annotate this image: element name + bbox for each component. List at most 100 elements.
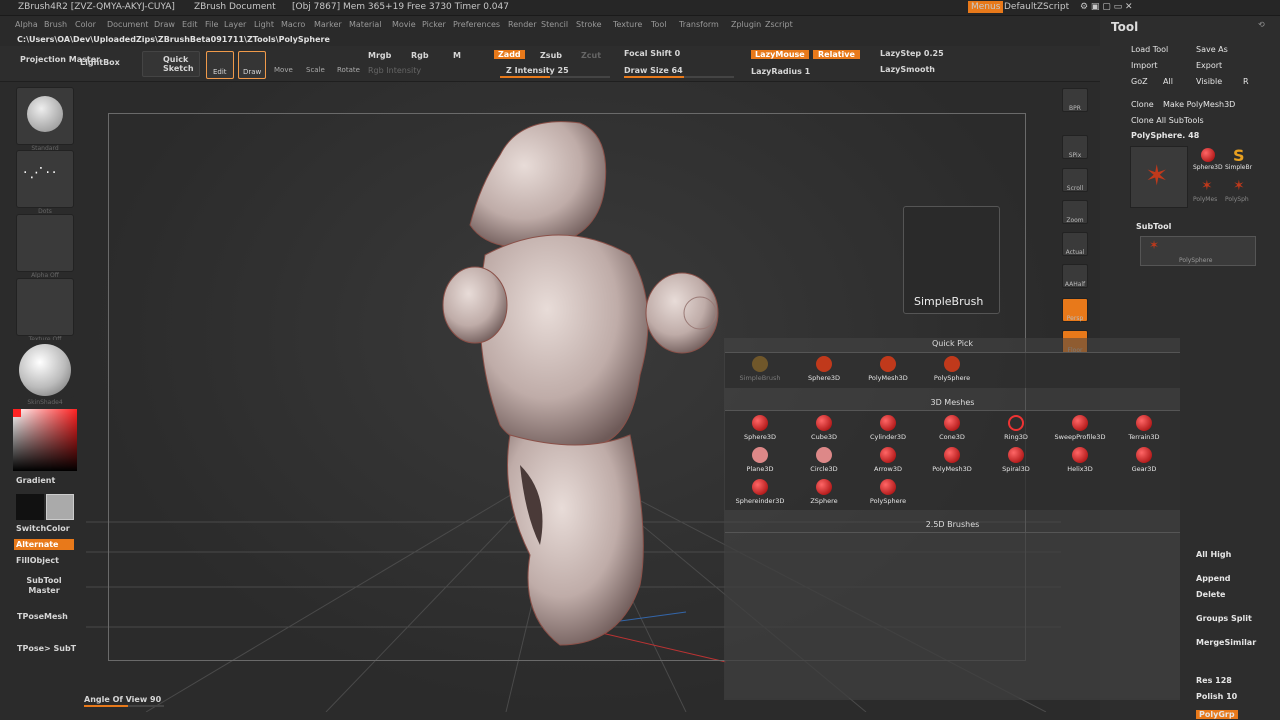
switchcolor-button[interactable]: SwitchColor — [16, 524, 70, 533]
clone-all-subtools-button[interactable]: Clone All SubTools — [1131, 116, 1204, 125]
mesh-polymesh3d[interactable]: PolyMesh3D — [921, 445, 983, 475]
lazymouse-button[interactable]: LazyMouse — [751, 50, 809, 59]
menu-stroke[interactable]: Stroke — [576, 20, 602, 29]
shelf-persp-button[interactable]: Persp — [1062, 298, 1088, 322]
move-button[interactable]: Move — [274, 66, 293, 74]
color-picker[interactable] — [13, 409, 77, 471]
goz-all-button[interactable]: All — [1163, 77, 1173, 86]
m-button[interactable]: M — [453, 51, 461, 60]
secondary-color-swatch[interactable] — [46, 494, 74, 520]
mesh-helix3d[interactable]: Helix3D — [1049, 445, 1111, 475]
3d-model[interactable] — [430, 115, 730, 655]
pin-icon[interactable]: ⟲ — [1258, 20, 1265, 29]
texture-thumbnail[interactable]: Texture Off — [16, 278, 74, 343]
mesh-spiral3d[interactable]: Spiral3D — [985, 445, 1047, 475]
make-polymesh3d-button[interactable]: Make PolyMesh3D — [1163, 100, 1235, 109]
fillobject-button[interactable]: FillObject — [16, 556, 59, 565]
menu-zplugin[interactable]: Zplugin — [731, 20, 761, 29]
shelf-zoom-button[interactable]: Zoom — [1062, 200, 1088, 224]
main-color-swatch[interactable] — [16, 494, 44, 520]
rgb-intensity-slider[interactable]: Rgb Intensity — [368, 66, 421, 75]
mesh-circle3d[interactable]: Circle3D — [793, 445, 855, 475]
lightbox-button[interactable]: LightBox — [80, 58, 120, 67]
edit-button[interactable]: Edit — [206, 51, 234, 79]
mesh-plane3d[interactable]: Plane3D — [729, 445, 791, 475]
mesh-cube3d[interactable]: Cube3D — [793, 413, 855, 443]
groups-split-button[interactable]: Groups Split — [1196, 614, 1252, 623]
menu-movie[interactable]: Movie — [392, 20, 416, 29]
alternate-button[interactable]: Alternate — [14, 539, 74, 550]
save-as-button[interactable]: Save As — [1196, 45, 1228, 54]
clone-button[interactable]: Clone — [1131, 100, 1154, 109]
menu-file[interactable]: File — [205, 20, 218, 29]
menus-button[interactable]: Menus — [968, 1, 1004, 13]
quick-pick-simplebrush[interactable]: SimpleBrush — [729, 354, 791, 384]
lazysmooth-slider[interactable]: LazySmooth — [880, 65, 935, 74]
tool-thumb-polymesh[interactable]: ✶ PolyMes — [1193, 178, 1223, 208]
rotate-button[interactable]: Rotate — [337, 66, 360, 74]
mesh-cylinder3d[interactable]: Cylinder3D — [857, 413, 919, 443]
mesh-arrow3d[interactable]: Arrow3D — [857, 445, 919, 475]
load-tool-button[interactable]: Load Tool — [1131, 45, 1168, 54]
mrgb-button[interactable]: Mrgb — [368, 51, 391, 60]
menu-color[interactable]: Color — [75, 20, 96, 29]
menu-transform[interactable]: Transform — [679, 20, 719, 29]
menu-texture[interactable]: Texture — [613, 20, 642, 29]
mesh-sphereinder3d[interactable]: Sphereinder3D — [729, 477, 791, 507]
all-high-button[interactable]: All High — [1196, 550, 1231, 559]
menu-marker[interactable]: Marker — [314, 20, 342, 29]
shelf-aahalf-button[interactable]: AAHalf — [1062, 264, 1088, 288]
res-slider[interactable]: Res 128 — [1196, 676, 1232, 685]
quick-pick-polysphere[interactable]: PolySphere — [921, 354, 983, 384]
subtool-item[interactable]: ✶ PolySphere — [1140, 236, 1256, 266]
menu-brush[interactable]: Brush — [44, 20, 67, 29]
tool-thumb-polysphere[interactable]: ✶ PolySph — [1225, 178, 1255, 208]
shelf-scroll-button[interactable]: Scroll — [1062, 168, 1088, 192]
stroke-thumbnail[interactable]: ⋅⋰⋅⋅ Dots — [16, 150, 74, 215]
angle-of-view-slider[interactable]: Angle Of View 90 — [84, 695, 161, 704]
merge-similar-button[interactable]: MergeSimilar — [1196, 638, 1256, 647]
script-name[interactable]: DefaultZScript — [1004, 2, 1069, 12]
material-thumbnail[interactable]: SkinShade4 — [16, 340, 74, 406]
zsub-button[interactable]: Zsub — [540, 51, 562, 60]
alpha-thumbnail[interactable]: Alpha Off — [16, 214, 74, 279]
menu-tool[interactable]: Tool — [651, 20, 667, 29]
menu-edit[interactable]: Edit — [182, 20, 198, 29]
menu-stencil[interactable]: Stencil — [541, 20, 568, 29]
draw-button[interactable]: Draw — [238, 51, 266, 79]
lazyradius-slider[interactable]: LazyRadius 1 — [751, 67, 810, 76]
import-button[interactable]: Import — [1131, 61, 1158, 70]
mesh-cone3d[interactable]: Cone3D — [921, 413, 983, 443]
mesh-gear3d[interactable]: Gear3D — [1113, 445, 1175, 475]
zcut-button[interactable]: Zcut — [581, 51, 601, 60]
tool-thumb-simplebrush[interactable]: S SimpleBr — [1225, 146, 1255, 176]
quick-sketch-button[interactable]: Quick Sketch — [142, 51, 200, 77]
delete-button[interactable]: Delete — [1196, 590, 1225, 599]
focal-shift-slider[interactable]: Focal Shift 0 — [624, 49, 680, 58]
goz-button[interactable]: GoZ — [1131, 77, 1148, 86]
shelf-actual-button[interactable]: Actual — [1062, 232, 1088, 256]
draw-size-slider[interactable]: Draw Size 64 — [624, 66, 683, 75]
polish-slider[interactable]: Polish 10 — [1196, 692, 1237, 701]
zadd-button[interactable]: Zadd — [494, 50, 525, 59]
shelf-spix-button[interactable]: SPix — [1062, 135, 1088, 159]
quick-pick-sphere3d[interactable]: Sphere3D — [793, 354, 855, 384]
menu-preferences[interactable]: Preferences — [453, 20, 500, 29]
append-button[interactable]: Append — [1196, 574, 1231, 583]
mesh-zsphere[interactable]: ZSphere — [793, 477, 855, 507]
menu-layer[interactable]: Layer — [224, 20, 246, 29]
mesh-terrain3d[interactable]: Terrain3D — [1113, 413, 1175, 443]
gradient-label[interactable]: Gradient — [16, 476, 55, 485]
export-button[interactable]: Export — [1196, 61, 1222, 70]
window-icons[interactable]: ⚙ ▣ ▢ ▭ ✕ — [1080, 2, 1133, 12]
menu-document[interactable]: Document — [107, 20, 148, 29]
menu-material[interactable]: Material — [349, 20, 382, 29]
menu-picker[interactable]: Picker — [422, 20, 446, 29]
shelf-bpr-button[interactable]: BPR — [1062, 88, 1088, 112]
z-intensity-slider[interactable]: Z Intensity 25 — [506, 66, 569, 75]
subtool-master-button[interactable]: SubTool Master — [22, 576, 66, 596]
mesh-sphere3d[interactable]: Sphere3D — [729, 413, 791, 443]
menu-macro[interactable]: Macro — [281, 20, 305, 29]
tposemesh-button[interactable]: TPoseMesh — [17, 612, 68, 621]
scale-button[interactable]: Scale — [306, 66, 325, 74]
